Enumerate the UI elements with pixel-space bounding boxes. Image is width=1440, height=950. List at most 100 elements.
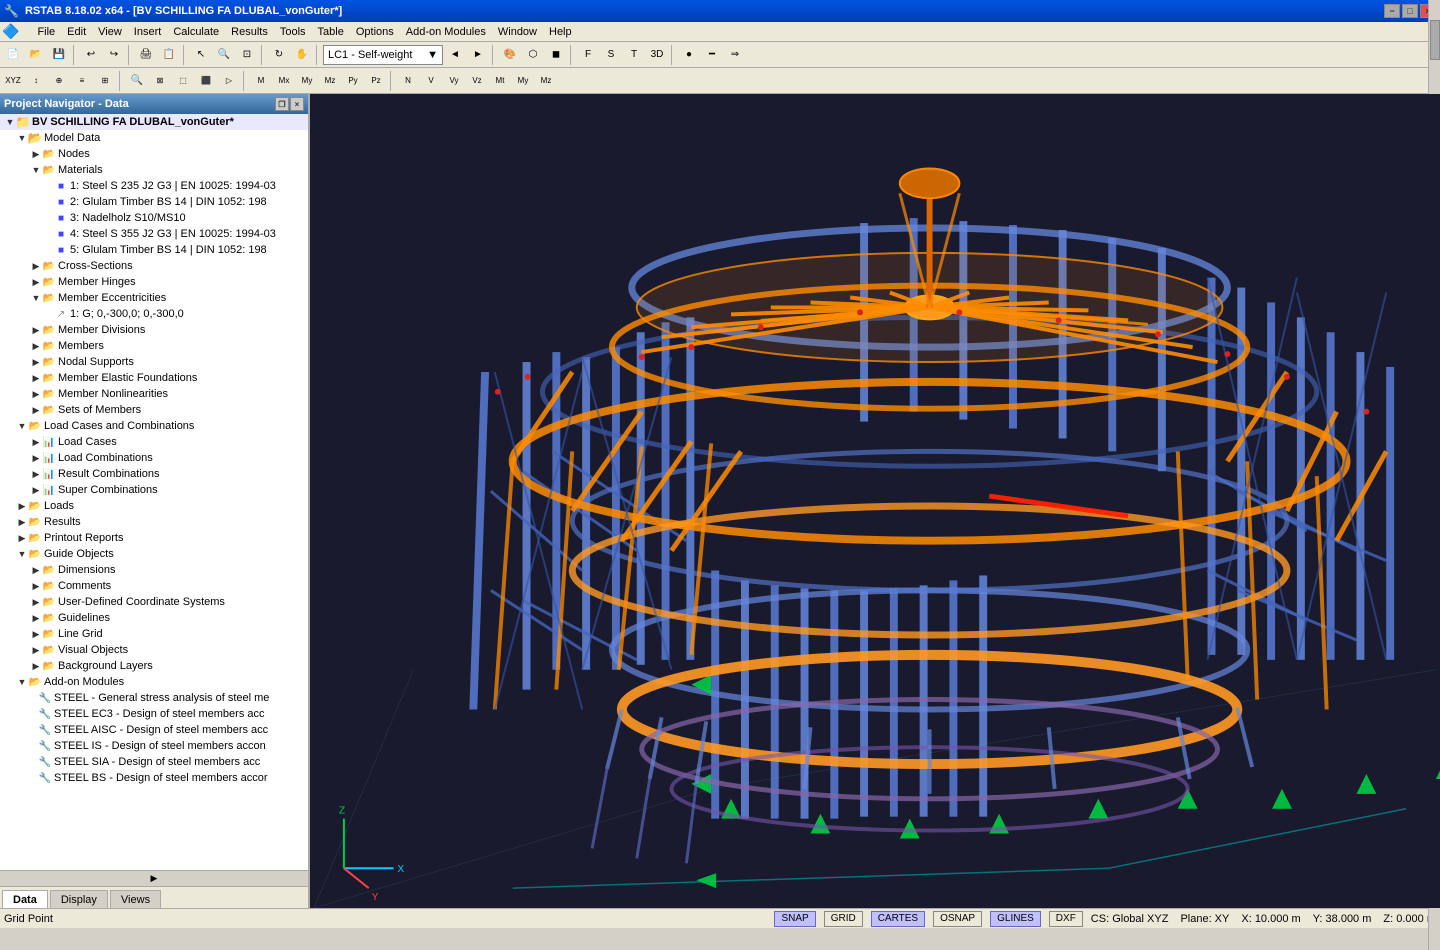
- open-btn[interactable]: 📂: [25, 44, 47, 66]
- t2-btn6[interactable]: 🔍: [126, 70, 148, 92]
- tree-result-combinations[interactable]: ▶ 📊 Result Combinations: [0, 466, 308, 482]
- tree-addon2[interactable]: 🔧 STEEL EC3 - Design of steel members ac…: [0, 706, 308, 722]
- rotate-btn[interactable]: ↻: [268, 44, 290, 66]
- t2-btn12[interactable]: Mx: [273, 70, 295, 92]
- t2-btn20[interactable]: Vz: [466, 70, 488, 92]
- osnap-btn[interactable]: OSNAP: [933, 911, 982, 927]
- tree-member-divisions[interactable]: ▶ 📂 Member Divisions: [0, 322, 308, 338]
- tree-mat2[interactable]: ■ 2: Glulam Timber BS 14 | DIN 1052: 198: [0, 194, 308, 210]
- t2-btn17[interactable]: N: [397, 70, 419, 92]
- tree-addon4[interactable]: 🔧 STEEL IS - Design of steel members acc…: [0, 738, 308, 754]
- redo-btn[interactable]: ↪: [103, 44, 125, 66]
- wire-btn[interactable]: ⬡: [522, 44, 544, 66]
- menu-file[interactable]: File: [31, 22, 61, 41]
- panel-close-btn[interactable]: ×: [290, 97, 304, 111]
- tree-super-combinations[interactable]: ▶ 📊 Super Combinations: [0, 482, 308, 498]
- t2-btn5[interactable]: ⊞: [94, 70, 116, 92]
- tree-background-layers[interactable]: ▶ 📂 Background Layers: [0, 658, 308, 674]
- tab-data[interactable]: Data: [2, 890, 48, 908]
- t2-btn10[interactable]: ▷: [218, 70, 240, 92]
- menu-addon[interactable]: Add-on Modules: [400, 22, 492, 41]
- model-data-toggle[interactable]: ▼: [16, 132, 28, 144]
- tree-model-data[interactable]: ▼ 📂 Model Data: [0, 130, 308, 146]
- menu-window[interactable]: Window: [492, 22, 543, 41]
- tree-user-coord[interactable]: ▶ 📂 User-Defined Coordinate Systems: [0, 594, 308, 610]
- t2-btn11[interactable]: M: [250, 70, 272, 92]
- tree-area[interactable]: ▼ 📁 BV SCHILLING FA DLUBAL_vonGuter* ▼ 📂…: [0, 114, 308, 870]
- tree-root[interactable]: ▼ 📁 BV SCHILLING FA DLUBAL_vonGuter*: [0, 114, 308, 130]
- zoom-all-btn[interactable]: ⊡: [236, 44, 258, 66]
- pan-btn[interactable]: ✋: [291, 44, 313, 66]
- glines-btn[interactable]: GLINES: [990, 911, 1041, 927]
- render-btn[interactable]: 🎨: [499, 44, 521, 66]
- t2-btn14[interactable]: Mz: [319, 70, 341, 92]
- tree-cross-sections[interactable]: ▶ 📂 Cross-Sections: [0, 258, 308, 274]
- tree-addon-modules[interactable]: ▼ 📂 Add-on Modules: [0, 674, 308, 690]
- tree-results[interactable]: ▶ 📂 Results: [0, 514, 308, 530]
- tree-scrollbar-thumb[interactable]: [1430, 20, 1440, 60]
- tree-materials[interactable]: ▼ 📂 Materials: [0, 162, 308, 178]
- print-btn[interactable]: 🖨: [135, 44, 157, 66]
- minimize-button[interactable]: −: [1384, 4, 1400, 18]
- node-disp-btn[interactable]: ●: [678, 44, 700, 66]
- menu-edit[interactable]: Edit: [61, 22, 92, 41]
- t2-btn22[interactable]: My: [512, 70, 534, 92]
- undo-btn[interactable]: ↩: [80, 44, 102, 66]
- t2-btn16[interactable]: Pz: [365, 70, 387, 92]
- force-disp-btn[interactable]: ⇒: [724, 44, 746, 66]
- t2-btn23[interactable]: Mz: [535, 70, 557, 92]
- tree-mat1[interactable]: ■ 1: Steel S 235 J2 G3 | EN 10025: 1994-…: [0, 178, 308, 194]
- tree-member-elastic[interactable]: ▶ 📂 Member Elastic Foundations: [0, 370, 308, 386]
- tree-load-combinations[interactable]: ▶ 📊 Load Combinations: [0, 450, 308, 466]
- tree-guide-objects[interactable]: ▼ 📂 Guide Objects: [0, 546, 308, 562]
- tree-members[interactable]: ▶ 📂 Members: [0, 338, 308, 354]
- tree-ecc1[interactable]: ↗ 1: G; 0,-300,0; 0,-300,0: [0, 306, 308, 322]
- maximize-button[interactable]: □: [1402, 4, 1418, 18]
- tab-display[interactable]: Display: [50, 890, 108, 908]
- t2-btn9[interactable]: ⬛: [195, 70, 217, 92]
- t2-btn8[interactable]: ⬚: [172, 70, 194, 92]
- grid-btn[interactable]: GRID: [824, 911, 863, 927]
- member-disp-btn[interactable]: ━: [701, 44, 723, 66]
- front-btn[interactable]: F: [577, 44, 599, 66]
- tree-mat4[interactable]: ■ 4: Steel S 355 J2 G3 | EN 10025: 1994-…: [0, 226, 308, 242]
- menu-tools[interactable]: Tools: [274, 22, 312, 41]
- tree-addon5[interactable]: 🔧 STEEL SIA - Design of steel members ac…: [0, 754, 308, 770]
- tree-nodes[interactable]: ▶ 📂 Nodes: [0, 146, 308, 162]
- snap-btn[interactable]: SNAP: [774, 911, 815, 927]
- nodes-toggle[interactable]: ▶: [30, 148, 42, 160]
- menu-table[interactable]: Table: [312, 22, 350, 41]
- new-btn[interactable]: 📄: [2, 44, 24, 66]
- tree-member-hinges[interactable]: ▶ 📂 Member Hinges: [0, 274, 308, 290]
- dxf-btn[interactable]: DXF: [1049, 911, 1083, 927]
- prev-lc-btn[interactable]: ◄: [444, 44, 466, 66]
- menu-help[interactable]: Help: [543, 22, 578, 41]
- tree-dimensions[interactable]: ▶ 📂 Dimensions: [0, 562, 308, 578]
- tree-member-eccentricities[interactable]: ▼ 📂 Member Eccentricities: [0, 290, 308, 306]
- shade-btn[interactable]: ◼: [545, 44, 567, 66]
- t2-btn2[interactable]: ↕: [25, 70, 47, 92]
- tree-member-nonlin[interactable]: ▶ 📂 Member Nonlinearities: [0, 386, 308, 402]
- materials-toggle[interactable]: ▼: [30, 164, 42, 176]
- t2-btn1[interactable]: XYZ: [2, 70, 24, 92]
- side-btn[interactable]: S: [600, 44, 622, 66]
- tree-comments[interactable]: ▶ 📂 Comments: [0, 578, 308, 594]
- tree-load-cases[interactable]: ▶ 📊 Load Cases: [0, 434, 308, 450]
- select-btn[interactable]: ↖: [190, 44, 212, 66]
- tab-views[interactable]: Views: [110, 890, 161, 908]
- menu-options[interactable]: Options: [350, 22, 400, 41]
- tree-mat3[interactable]: ■ 3: Nadelholz S10/MS10: [0, 210, 308, 226]
- save-btn[interactable]: 💾: [48, 44, 70, 66]
- menu-calculate[interactable]: Calculate: [167, 22, 225, 41]
- menu-view[interactable]: View: [92, 22, 128, 41]
- menu-results[interactable]: Results: [225, 22, 274, 41]
- tree-line-grid[interactable]: ▶ 📂 Line Grid: [0, 626, 308, 642]
- root-toggle[interactable]: ▼: [4, 116, 16, 128]
- t2-btn15[interactable]: Py: [342, 70, 364, 92]
- t2-btn13[interactable]: My: [296, 70, 318, 92]
- tree-addon3[interactable]: 🔧 STEEL AISC - Design of steel members a…: [0, 722, 308, 738]
- iso-btn[interactable]: 3D: [646, 44, 668, 66]
- panel-float-btn[interactable]: ❐: [275, 97, 289, 111]
- t2-btn21[interactable]: Mt: [489, 70, 511, 92]
- zoom-btn[interactable]: 🔍: [213, 44, 235, 66]
